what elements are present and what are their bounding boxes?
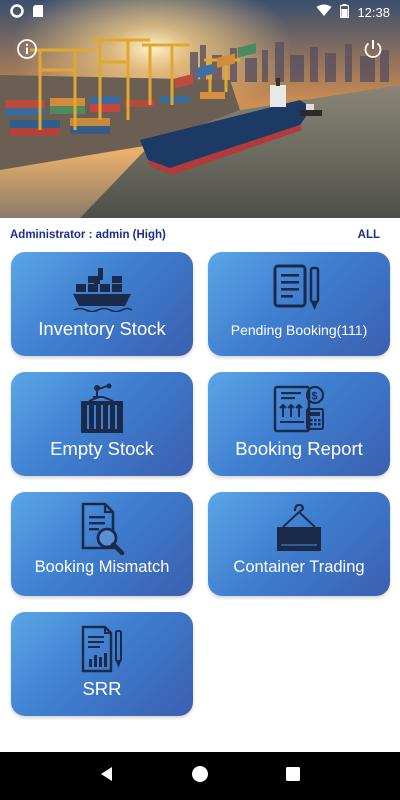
report-pen-icon [77,624,127,674]
back-triangle-icon [99,766,115,787]
tile-booking-report[interactable]: $ Booking Report [208,372,390,476]
tile-inventory-stock[interactable]: Inventory Stock [11,252,193,356]
recents-button[interactable] [278,761,308,791]
back-button[interactable] [92,761,122,791]
report-chart-icon: $ [271,384,327,434]
circle-notification-icon [10,3,24,21]
power-icon [362,38,384,65]
document-search-icon [75,502,129,556]
system-nav-bar [0,752,400,800]
user-role-label: Administrator : admin (High) [10,229,166,241]
user-info-row: Administrator : admin (High) ALL [0,226,400,244]
tile-container-trading[interactable]: Container Trading [208,492,390,596]
battery-icon [340,3,350,21]
document-pen-icon [271,264,327,314]
tile-label: Empty Stock [50,438,154,459]
home-screen: 12:38 Administrator : admin (High) ALL I… [0,0,400,800]
tile-srr[interactable]: SRR [11,612,193,716]
tile-booking-mismatch[interactable]: Booking Mismatch [11,492,193,596]
tile-label: Inventory Stock [38,318,166,339]
recents-square-icon [286,766,301,786]
tile-label: SRR [82,678,122,699]
cargo-ship-icon [72,264,132,314]
logout-button[interactable] [360,38,386,64]
clock-time: 12:38 [357,4,390,20]
tile-pending-booking[interactable]: Pending Booking(111) [208,252,390,356]
container-crane-icon [77,383,127,434]
info-button[interactable] [14,38,40,64]
info-icon [16,38,38,65]
tile-label: Pending Booking(111) [230,322,368,338]
hanging-container-icon [273,503,325,554]
status-bar: 12:38 [0,0,400,24]
tile-label: Booking Mismatch [34,558,170,576]
home-circle-icon [191,765,209,788]
wifi-icon [316,4,332,20]
home-button[interactable] [185,761,215,791]
sd-card-icon [32,4,44,21]
tile-label: Booking Report [235,438,363,459]
filter-all-link[interactable]: ALL [358,229,390,241]
tile-label: Container Trading [233,558,365,576]
tile-empty-stock[interactable]: Empty Stock [11,372,193,476]
svg-text:$: $ [312,391,318,403]
hero-port-image [0,0,400,218]
